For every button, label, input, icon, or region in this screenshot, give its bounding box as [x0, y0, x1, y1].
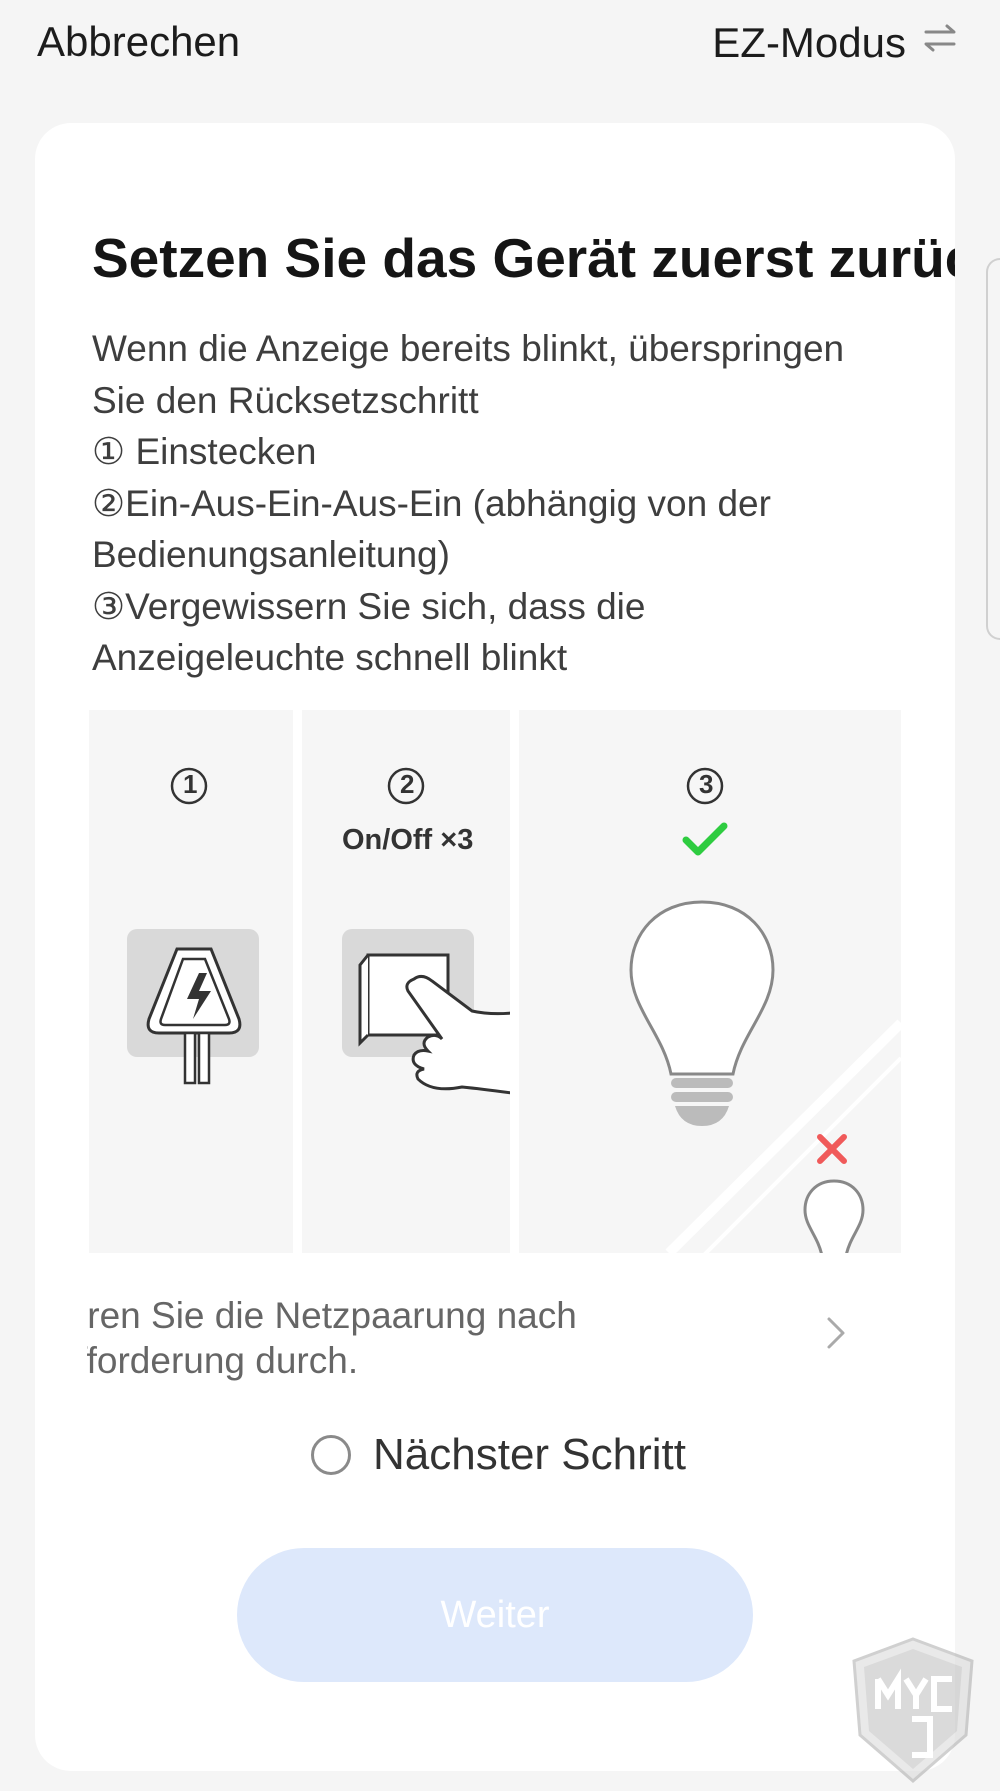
illustration-panel-bulb: ③ 3 — [519, 710, 901, 1253]
step-number: ① 1 — [169, 766, 209, 814]
instruction-line: ① Einstecken — [92, 431, 317, 472]
cancel-button[interactable]: Abbrechen — [37, 18, 240, 66]
pairing-line: fforderung durch. — [87, 1340, 359, 1381]
instructions-text: Wenn die Anzeige bereits blinkt, überspr… — [92, 323, 912, 684]
panel-divider-lines — [665, 1019, 901, 1253]
chevron-right-icon[interactable] — [821, 1313, 851, 1353]
instruction-line: Wenn die Anzeige bereits blinkt, überspr… — [92, 328, 845, 369]
instruction-line: ③Vergewissern Sie sich, dass die — [92, 585, 646, 627]
onoff-label: On/Off ×3 — [342, 824, 474, 856]
instruction-line: Sie den Rücksetzschritt — [92, 379, 479, 421]
edge-panel-handle[interactable] — [986, 258, 1000, 640]
switch-hand-icon — [342, 929, 510, 1095]
plug-icon — [127, 929, 259, 1085]
pairing-line: ıren Sie die Netzpaarung nach — [87, 1295, 577, 1336]
illustration-panel-switch: ② 2 On/Off ×3 — [302, 710, 510, 1253]
instruction-line: ②Ein-Aus-Ein-Aus-Ein (abhängig von der — [92, 482, 771, 524]
continue-button[interactable]: Weiter — [237, 1548, 753, 1682]
mode-switch-button[interactable]: EZ-Modus — [712, 18, 960, 68]
watermark-logo — [852, 1637, 974, 1783]
next-step-checkbox[interactable]: Nächster Schritt — [311, 1430, 686, 1480]
radio-circle[interactable] — [311, 1435, 351, 1475]
next-step-label: Nächster Schritt — [373, 1430, 686, 1479]
step-number: ② 2 — [386, 766, 426, 814]
page-title: Setzen Sie das Gerät zuerst zurück — [92, 227, 955, 289]
cross-icon — [817, 1134, 847, 1164]
reset-instructions-card: Setzen Sie das Gerät zuerst zurück Wenn … — [35, 123, 955, 1771]
instruction-line: Anzeigeleuchte schnell blinkt — [92, 637, 568, 678]
swap-arrows-icon — [920, 18, 960, 68]
instruction-line: Bedienungsanleitung) — [92, 534, 450, 575]
reset-illustration: ① 1 ② 2 On/Off ×3 — [89, 710, 901, 1253]
bulb-off-icon — [803, 1179, 865, 1253]
mode-label: EZ-Modus — [712, 19, 906, 66]
top-bar: Abbrechen EZ-Modus — [0, 0, 1000, 100]
illustration-panel-plug: ① 1 — [89, 710, 293, 1253]
pairing-hint-text[interactable]: ıren Sie die Netzpaarung nach fforderung… — [87, 1293, 787, 1383]
